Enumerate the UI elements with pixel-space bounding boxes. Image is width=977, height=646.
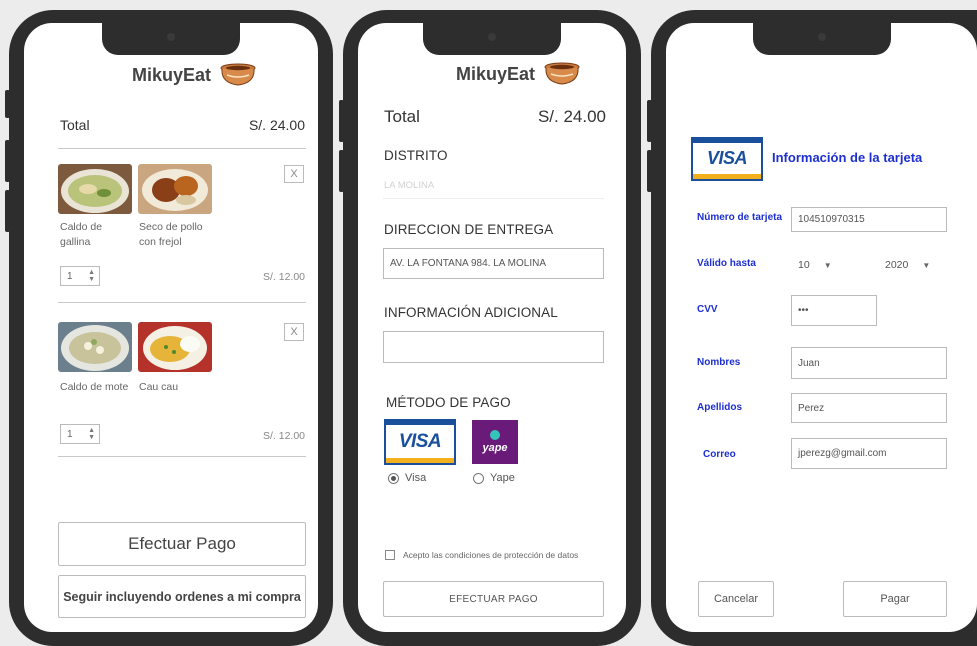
terms-checkbox[interactable]	[385, 550, 395, 560]
total-label: Total	[384, 107, 420, 126]
phone-card-info: VISA Información de la tarjeta Número de…	[647, 10, 977, 646]
brand-name: MikuyEat	[456, 63, 536, 84]
phone-side-button	[647, 100, 652, 142]
year-value: 2020	[885, 259, 909, 271]
phone-notch	[423, 23, 561, 55]
quantity-value: 1	[67, 270, 73, 282]
remove-item-button[interactable]: X	[284, 165, 304, 183]
names-label: Nombres	[697, 357, 741, 368]
district-select[interactable]: LA MOLINA	[384, 180, 434, 191]
divider	[383, 198, 604, 199]
total-value: S/. 24.00	[537, 107, 606, 126]
month-value: 10	[798, 259, 810, 271]
names-input[interactable]: Juan	[791, 347, 947, 379]
email-input[interactable]: jperezg@gmail.com	[791, 438, 947, 469]
phone-side-button	[339, 150, 344, 192]
page-title: Información de la tarjeta	[772, 150, 923, 165]
visa-logo: VISA	[691, 137, 763, 181]
cancel-button[interactable]: Cancelar	[698, 581, 774, 617]
item-price: S/. 12.00	[262, 271, 305, 283]
radio-label: Visa	[405, 472, 427, 484]
valid-until-label: Válido hasta	[697, 258, 756, 269]
phone-side-button	[5, 140, 10, 182]
year-select[interactable]: 2020 ▼	[885, 259, 930, 271]
radio-circle[interactable]	[388, 472, 399, 484]
brand-name: MikuyEat	[132, 64, 212, 85]
dish-name: Seco de pollo con frejol	[139, 221, 203, 248]
stew-photo	[138, 164, 212, 214]
terms-label: Acepto las condiciones de protección de …	[403, 550, 579, 560]
divider	[58, 148, 306, 149]
radio-selected-dot	[391, 475, 396, 481]
yape-dot-icon	[490, 430, 500, 440]
radio-visa[interactable]: Visa	[388, 472, 426, 484]
visa-logo[interactable]: VISA	[384, 419, 456, 465]
continue-shopping-button[interactable]: Seguir incluyendo ordenes a mi compra	[58, 575, 306, 618]
phone-checkout: MikuyEat Total S/. 24.00 DISTRITO LA MOL…	[339, 10, 641, 646]
additional-info-input[interactable]	[383, 331, 604, 363]
item-price: S/. 12.00	[262, 430, 305, 442]
phone-notch	[752, 23, 891, 55]
total-value: S/. 24.00	[248, 117, 305, 133]
payment-method-label: MÉTODO DE PAGO	[386, 395, 511, 410]
quantity-value: 1	[67, 428, 73, 440]
radio-yape[interactable]: Yape	[473, 472, 515, 484]
remove-item-button[interactable]: X	[284, 323, 304, 341]
phone-notch	[102, 23, 240, 55]
district-label: DISTRITO	[384, 148, 448, 163]
surnames-label: Apellidos	[697, 402, 743, 413]
caucau-photo	[138, 322, 212, 372]
visa-logo-text: VISA	[398, 430, 442, 452]
surnames-input[interactable]: Perez	[791, 393, 947, 423]
total-label: Total	[60, 117, 90, 133]
submit-payment-button[interactable]: EFECTUAR PAGO	[383, 581, 604, 617]
soup-photo	[58, 164, 132, 214]
spin-arrows-icon[interactable]: ▲ ▼	[88, 427, 95, 441]
cvv-label: CVV	[697, 304, 718, 315]
pay-button[interactable]: Efectuar Pago	[58, 522, 306, 566]
phone-side-button	[5, 190, 10, 232]
phone-side-button	[339, 100, 344, 142]
app-brand: MikuyEat	[132, 63, 257, 87]
divider	[58, 456, 306, 457]
address-input[interactable]: AV. LA FONTANA 984. LA MOLINA	[383, 248, 604, 279]
yape-logo[interactable]: yape	[472, 420, 518, 464]
dish-name: Caldo de mote	[60, 381, 129, 393]
quantity-stepper[interactable]: 1 ▲ ▼	[60, 424, 100, 444]
cart-screen: MikuyEat Total S/. 24.00 Caldo de gallin…	[24, 23, 318, 632]
radio-label: Yape	[490, 472, 515, 484]
pay-button[interactable]: Pagar	[843, 581, 947, 617]
email-label: Correo	[703, 449, 736, 460]
clay-pot-icon	[220, 63, 256, 86]
quantity-stepper[interactable]: 1 ▲ ▼	[60, 266, 100, 286]
terms-checkbox-row[interactable]: Acepto las condiciones de protección de …	[385, 550, 578, 560]
clay-pot-icon	[544, 62, 580, 85]
address-label: DIRECCION DE ENTREGA	[384, 222, 554, 237]
card-info-screen: VISA Información de la tarjeta Número de…	[666, 23, 977, 632]
phone-cart: MikuyEat Total S/. 24.00 Caldo de gallin…	[5, 10, 333, 646]
month-select[interactable]: 10 ▼	[798, 259, 832, 271]
spin-arrows-icon[interactable]: ▲ ▼	[88, 269, 95, 283]
chevron-down-icon[interactable]: ▼	[922, 261, 930, 270]
app-brand: MikuyEat	[456, 62, 581, 86]
chevron-down-icon[interactable]: ▼	[824, 261, 832, 270]
dish-name: Cau cau	[139, 381, 179, 393]
cvv-input[interactable]: •••	[791, 295, 877, 326]
card-number-input[interactable]: 104510970315	[791, 207, 947, 232]
additional-info-label: INFORMACIÓN ADICIONAL	[384, 305, 558, 320]
card-number-label: Número de tarjeta	[697, 212, 783, 223]
divider	[58, 302, 306, 303]
mote-photo	[58, 322, 132, 372]
radio-circle[interactable]	[473, 472, 484, 484]
phone-side-button	[5, 90, 10, 118]
dish-name: Caldo de gallina	[60, 221, 103, 248]
checkout-screen: MikuyEat Total S/. 24.00 DISTRITO LA MOL…	[358, 23, 626, 632]
visa-logo-text: VISA	[706, 148, 748, 168]
phone-side-button	[647, 150, 652, 192]
yape-logo-text: yape	[482, 442, 508, 454]
